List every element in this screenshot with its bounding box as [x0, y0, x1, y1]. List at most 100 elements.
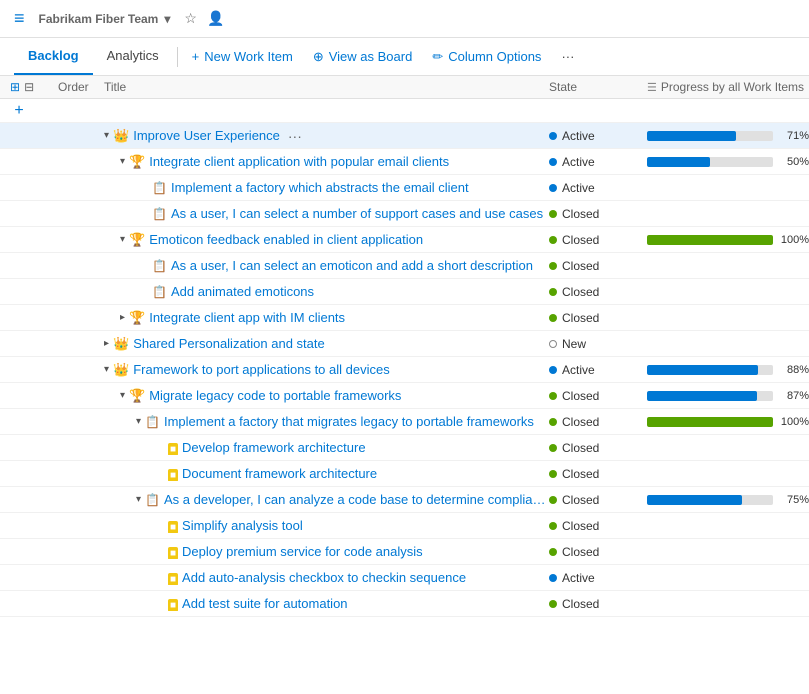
row-title-text[interactable]: Framework to port applications to all de… — [133, 362, 390, 377]
row-title-text[interactable]: As a developer, I can analyze a code bas… — [164, 492, 549, 507]
feature-icon: 🏆 — [129, 232, 145, 248]
progress-percent: 100% — [779, 234, 809, 246]
row-title: ■ Add test suite for automation — [104, 596, 549, 611]
expand-col-icon[interactable]: ⊟ — [24, 80, 34, 94]
column-headers: ⊞ ⊟ Order Title State ☰ Progress by all … — [0, 76, 809, 99]
state-dot — [549, 236, 557, 244]
state-label: Closed — [562, 389, 599, 403]
row-title: ■ Add auto-analysis checkbox to checkin … — [104, 570, 549, 585]
expand-chevron[interactable]: ▾ — [104, 364, 109, 375]
row-title: ▸ 🏆 Integrate client app with IM clients — [104, 310, 549, 326]
table-row: ▾ 📋 As a developer, I can analyze a code… — [0, 487, 809, 513]
row-title: 📋 Implement a factory which abstracts th… — [104, 180, 549, 195]
row-title-text[interactable]: Implement a factory that migrates legacy… — [164, 414, 534, 429]
row-ellipsis-button[interactable]: ··· — [284, 128, 306, 144]
row-title: ▾ 📋 As a developer, I can analyze a code… — [104, 492, 549, 507]
state-dot — [549, 470, 557, 478]
state-label: Closed — [562, 493, 599, 507]
row-title-text[interactable]: As a user, I can select an emoticon and … — [171, 258, 533, 273]
epic-icon: 👑 — [113, 336, 129, 352]
row-title: ▾ 👑 Framework to port applications to al… — [104, 362, 549, 378]
tab-backlog[interactable]: Backlog — [14, 38, 93, 75]
table-row: 📋 Add animated emoticons Closed — [0, 279, 809, 305]
state-label: Closed — [562, 259, 599, 273]
progress-bar-wrap — [647, 235, 773, 245]
row-title-text[interactable]: Document framework architecture — [182, 466, 377, 481]
row-state: Closed — [549, 233, 639, 247]
team-name: Fabrikam Fiber Team — [39, 12, 159, 26]
expand-chevron[interactable]: ▾ — [104, 130, 109, 141]
col-header-title: Title — [104, 80, 549, 94]
row-progress: 100% — [639, 416, 809, 428]
row-state: Closed — [549, 467, 639, 481]
state-dot — [549, 314, 557, 322]
row-title-text[interactable]: Migrate legacy code to portable framewor… — [149, 388, 401, 403]
row-progress: 50% — [639, 156, 809, 168]
expand-chevron[interactable]: ▸ — [120, 312, 125, 323]
row-title-text[interactable]: Develop framework architecture — [182, 440, 366, 455]
row-state: Closed — [549, 259, 639, 273]
row-title-text[interactable]: Integrate client app with IM clients — [149, 310, 345, 325]
row-state: Closed — [549, 519, 639, 533]
state-dot — [549, 210, 557, 218]
col-header-actions: ⊞ ⊟ — [0, 80, 54, 94]
row-state: Closed — [549, 441, 639, 455]
add-col-icon[interactable]: ⊞ — [10, 80, 20, 94]
row-title: ▾ 🏆 Emoticon feedback enabled in client … — [104, 232, 549, 248]
column-options-button[interactable]: ✏ Column Options — [422, 41, 551, 73]
progress-bar-fill — [647, 391, 757, 401]
row-title-text[interactable]: As a user, I can select a number of supp… — [171, 206, 543, 221]
row-state: Closed — [549, 285, 639, 299]
row-title-text[interactable]: Emoticon feedback enabled in client appl… — [149, 232, 423, 247]
table-row: ▸ 👑 Shared Personalization and state New — [0, 331, 809, 357]
hamburger-icon[interactable]: ≡ — [14, 8, 25, 29]
more-options-button[interactable]: ··· — [551, 41, 584, 72]
row-title-text[interactable]: Deploy premium service for code analysis — [182, 544, 423, 559]
row-title-text[interactable]: Implement a factory which abstracts the … — [171, 180, 469, 195]
table-row: ▾ 👑 Framework to port applications to al… — [0, 357, 809, 383]
state-dot — [549, 548, 557, 556]
state-dot — [549, 132, 557, 140]
expand-chevron[interactable]: ▾ — [120, 156, 125, 167]
table-row: ■ Deploy premium service for code analys… — [0, 539, 809, 565]
row-title-text[interactable]: Shared Personalization and state — [133, 336, 325, 351]
state-dot — [549, 158, 557, 166]
expand-chevron[interactable]: ▾ — [136, 416, 141, 427]
row-title-text[interactable]: Simplify analysis tool — [182, 518, 303, 533]
progress-percent: 87% — [779, 390, 809, 402]
expand-chevron[interactable]: ▾ — [120, 390, 125, 401]
state-label: Closed — [562, 415, 599, 429]
row-state: Active — [549, 129, 639, 143]
new-work-item-button[interactable]: + New Work Item — [182, 41, 303, 72]
table-row: ▸ 🏆 Integrate client app with IM clients… — [0, 305, 809, 331]
progress-percent: 75% — [779, 494, 809, 506]
people-icon[interactable]: 👤 — [207, 10, 224, 27]
row-title: ▾ 👑 Improve User Experience ··· — [104, 128, 549, 144]
table-row: ▾ 🏆 Emoticon feedback enabled in client … — [0, 227, 809, 253]
expand-chevron[interactable]: ▸ — [104, 338, 109, 349]
row-title-text[interactable]: Improve User Experience — [133, 128, 280, 143]
expand-chevron[interactable]: ▾ — [136, 494, 141, 505]
progress-bar-wrap — [647, 391, 773, 401]
row-progress: 87% — [639, 390, 809, 402]
dropdown-icon[interactable]: ▾ — [164, 12, 170, 26]
row-title-text[interactable]: Add test suite for automation — [182, 596, 347, 611]
expand-chevron[interactable]: ▾ — [120, 234, 125, 245]
add-item-button[interactable]: + — [10, 102, 28, 120]
board-icon: ⊕ — [313, 49, 324, 65]
star-icon[interactable]: ☆ — [184, 10, 197, 27]
epic-icon: 👑 — [113, 362, 129, 378]
row-title-text[interactable]: Add animated emoticons — [171, 284, 314, 299]
progress-bar-fill — [647, 365, 758, 375]
tab-analytics[interactable]: Analytics — [93, 38, 173, 75]
state-dot — [549, 366, 557, 374]
state-label: Active — [562, 363, 595, 377]
state-label: Closed — [562, 467, 599, 481]
top-bar: ≡ Fabrikam Fiber Team ▾ ☆ 👤 — [0, 0, 809, 38]
view-as-board-button[interactable]: ⊕ View as Board — [303, 41, 423, 73]
progress-bar-fill — [647, 417, 773, 427]
col-header-state: State — [549, 80, 639, 94]
row-title-text[interactable]: Integrate client application with popula… — [149, 154, 449, 169]
row-title-text[interactable]: Add auto-analysis checkbox to checkin se… — [182, 570, 466, 585]
column-options-label: Column Options — [448, 49, 541, 64]
